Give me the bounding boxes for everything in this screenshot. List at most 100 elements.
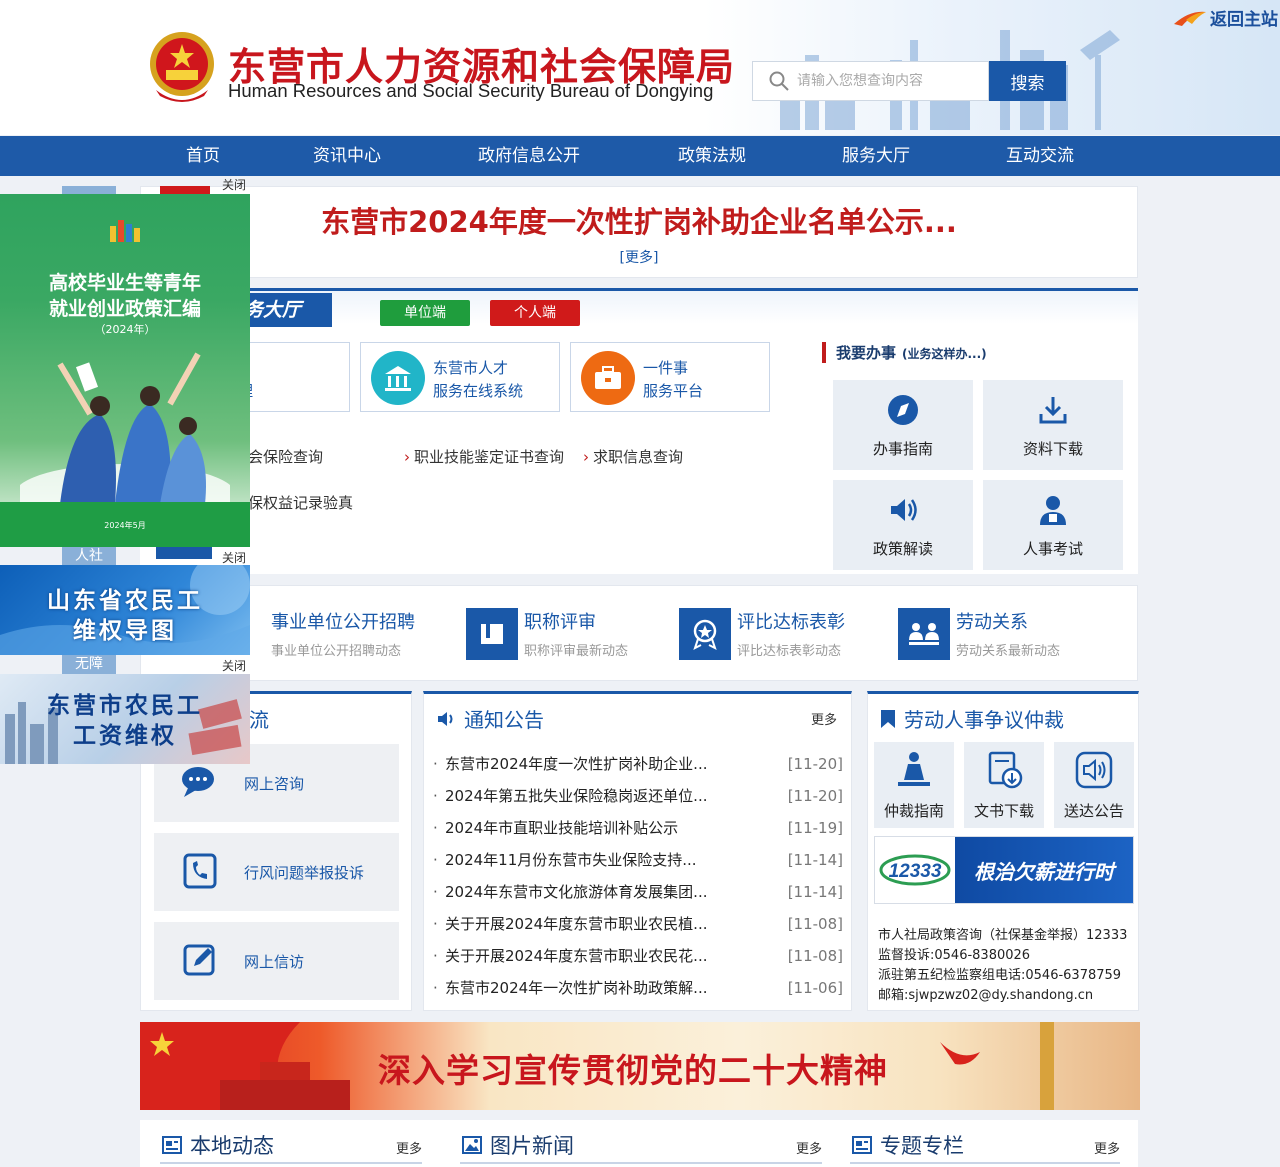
banner-slogan: 深入学习宣传贯彻党的二十大精神: [378, 1051, 888, 1090]
notice-item[interactable]: · 2024年东营市文化旅游体育发展集团... [11-14]: [433, 876, 843, 908]
flag-icon: [140, 1022, 350, 1110]
chevron-right-icon: ›: [404, 448, 410, 466]
interaction-title: 流: [249, 708, 269, 732]
column-commendation[interactable]: 评比达标表彰 评比达标表彰动态: [679, 608, 869, 662]
document-download-icon: [988, 751, 1023, 789]
ad-tab-peek: [156, 547, 212, 559]
ad1-close-button[interactable]: 关闭: [222, 176, 246, 193]
online-petition-button[interactable]: 网上信访: [154, 922, 399, 1000]
chevron-right-icon: ›: [583, 448, 589, 466]
download-icon: [1039, 397, 1067, 424]
section-title: 专题专栏: [880, 1134, 964, 1158]
search-button[interactable]: 搜索: [989, 61, 1066, 101]
service-notice-tile[interactable]: 送达公告: [1054, 742, 1134, 828]
tile-download[interactable]: 资料下载: [983, 380, 1123, 470]
bullet-icon: ·: [433, 979, 438, 997]
migrant-worker-wage-ad[interactable]: 东营市农民工 工资维权: [0, 674, 250, 764]
contact-email: 邮箱:sjwpzwz02@dy.shandong.cn: [878, 988, 1094, 1003]
ad-tab-peek-label: 人社: [62, 547, 116, 565]
service-card-line1: 东营市人才: [433, 359, 509, 377]
graduates-illustration: [20, 352, 230, 514]
column-title: 事业单位公开招聘: [271, 612, 415, 633]
link-job-query[interactable]: › 求职信息查询: [583, 446, 683, 467]
notice-item[interactable]: · 东营市2024年一次性扩岗补助政策解... [11-06]: [433, 972, 843, 1004]
document-download-tile[interactable]: 文书下载: [964, 742, 1044, 828]
swoosh-icon: [1174, 11, 1206, 26]
nav-interaction[interactable]: 互动交流: [1006, 136, 1074, 176]
link-social-insurance-query[interactable]: 会保险查询: [248, 446, 323, 467]
tile-label: 办事指南: [872, 440, 933, 458]
ad3-title-line1: 东营市农民工: [47, 693, 203, 719]
report-complaint-button[interactable]: 行风问题举报投诉: [154, 833, 399, 911]
graduate-policy-ad[interactable]: 高校毕业生等青年 就业创业政策汇编 （2024年） 2024年5月: [0, 194, 250, 547]
button-label: 网上咨询: [244, 775, 305, 793]
local-news-heading: 本地动态: [162, 1130, 274, 1160]
want-to-do-title: 我要办事: [836, 344, 897, 362]
nav-news-center[interactable]: 资讯中心: [313, 136, 381, 176]
nav-policy[interactable]: 政策法规: [678, 136, 746, 176]
bullet-icon: ·: [433, 851, 438, 869]
person-badge-icon: [1040, 496, 1066, 525]
service-hall-header: 务大厅 单位端 个人端: [140, 288, 1138, 327]
nav-home[interactable]: 首页: [186, 136, 220, 176]
notice-item[interactable]: · 2024年市直职业技能培训补贴公示 [11-19]: [433, 812, 843, 844]
main-nav: 首页 资讯中心 政府信息公开 政策法规 服务大厅 互动交流: [0, 136, 1280, 176]
ad3-close-button[interactable]: 关闭: [222, 657, 246, 674]
ad1-title-line1: 高校毕业生等青年: [48, 272, 201, 294]
notice-item[interactable]: · 关于开展2024年度东营市职业农民植... [11-08]: [433, 908, 843, 940]
unit-portal-button[interactable]: 单位端: [380, 300, 470, 326]
local-news-more-link[interactable]: 更多: [396, 1138, 422, 1157]
notice-item[interactable]: · 关于开展2024年度东营市职业农民花... [11-08]: [433, 940, 843, 972]
photo-news-more-link[interactable]: 更多: [796, 1138, 822, 1157]
tile-personnel-exam[interactable]: 人事考试: [983, 480, 1123, 570]
speaker-icon: [891, 499, 917, 521]
tile-guide[interactable]: 办事指南: [833, 380, 973, 470]
ad2-title-line1: 山东省农民工: [47, 588, 203, 614]
book-icon: [466, 608, 518, 660]
special-topics-more-link[interactable]: 更多: [1094, 1138, 1120, 1157]
notice-more-link[interactable]: 更多: [811, 709, 837, 728]
columns-panel: 事业单位公开招聘 事业单位公开招聘动态 职称评审 职称评审最新动态 评比达标表彰…: [140, 585, 1138, 681]
service-card-talent[interactable]: 东营市人才 服务在线系统: [360, 342, 560, 412]
search-input[interactable]: [797, 73, 977, 89]
people-meeting-icon: [898, 608, 950, 660]
ad-tab-peek: [160, 186, 210, 194]
link-skill-cert-query[interactable]: › 职业技能鉴定证书查询: [404, 446, 564, 467]
link-rights-verify[interactable]: 保权益记录验真: [248, 492, 353, 513]
want-to-do-subtitle[interactable]: (业务这样办...): [902, 347, 987, 361]
personal-portal-button[interactable]: 个人端: [490, 300, 580, 326]
arbitration-guide-tile[interactable]: 仲裁指南: [874, 742, 954, 828]
want-to-do-heading: 我要办事 (业务这样办...): [822, 342, 987, 363]
section-title: 图片新闻: [490, 1134, 574, 1158]
notice-item[interactable]: · 2024年第五批失业保险稳岗返还单位... [11-20]: [433, 780, 843, 812]
column-title-review[interactable]: 职称评审 职称评审最新动态: [466, 608, 656, 662]
tile-policy-interpret[interactable]: 政策解读: [833, 480, 973, 570]
column-title: 评比达标表彰: [737, 612, 845, 633]
announce-icon: [1075, 751, 1113, 789]
service-card-one-thing[interactable]: 一件事 服务平台: [570, 342, 770, 412]
headline-title[interactable]: 东营市2024年度一次性扩岗补助企业名单公示...: [141, 199, 1137, 241]
wage-arrears-banner[interactable]: 12333 根治欠薪进行时: [874, 836, 1134, 904]
notice-item-title: 关于开展2024年度东营市职业农民植...: [445, 915, 708, 933]
link-label: 求职信息查询: [593, 448, 684, 466]
ad1-date: 2024年5月: [104, 521, 146, 530]
column-labor-relations[interactable]: 劳动关系 劳动关系最新动态: [898, 608, 1088, 662]
notice-item-title: 2024年东营市文化旅游体育发展集团...: [445, 883, 708, 901]
search-field[interactable]: [752, 61, 989, 101]
arbitration-panel: 劳动人事争议仲裁 仲裁指南 文书下载 送达公告 12333 根治欠薪进行时 市人…: [867, 691, 1139, 1011]
notice-item[interactable]: · 东营市2024年度一次性扩岗补助企业... [11-20]: [433, 748, 843, 780]
notice-item[interactable]: · 2024年11月份东营市失业保险支持... [11-14]: [433, 844, 843, 876]
contact-complaint: 监督投诉:0546-8380026: [878, 948, 1031, 963]
migrant-worker-rights-map-ad[interactable]: 山东省农民工 维权导图: [0, 565, 250, 655]
notice-heading: 通知公告: [436, 704, 544, 733]
party-congress-banner[interactable]: 深入学习宣传贯彻党的二十大精神: [140, 1022, 1140, 1110]
tile-label: 资料下载: [1022, 440, 1083, 458]
ad1-title-line2: 就业创业政策汇编: [48, 298, 201, 320]
ad2-close-button[interactable]: 关闭: [222, 549, 246, 566]
nav-gov-info[interactable]: 政府信息公开: [478, 136, 580, 176]
nav-service-hall[interactable]: 服务大厅: [842, 136, 910, 176]
photo-news-heading: 图片新闻: [462, 1130, 574, 1160]
ad1-year: （2024年）: [94, 323, 156, 336]
back-home-link[interactable]: 返回主站: [1172, 4, 1278, 30]
headline-more-link[interactable]: [更多]: [141, 247, 1137, 267]
